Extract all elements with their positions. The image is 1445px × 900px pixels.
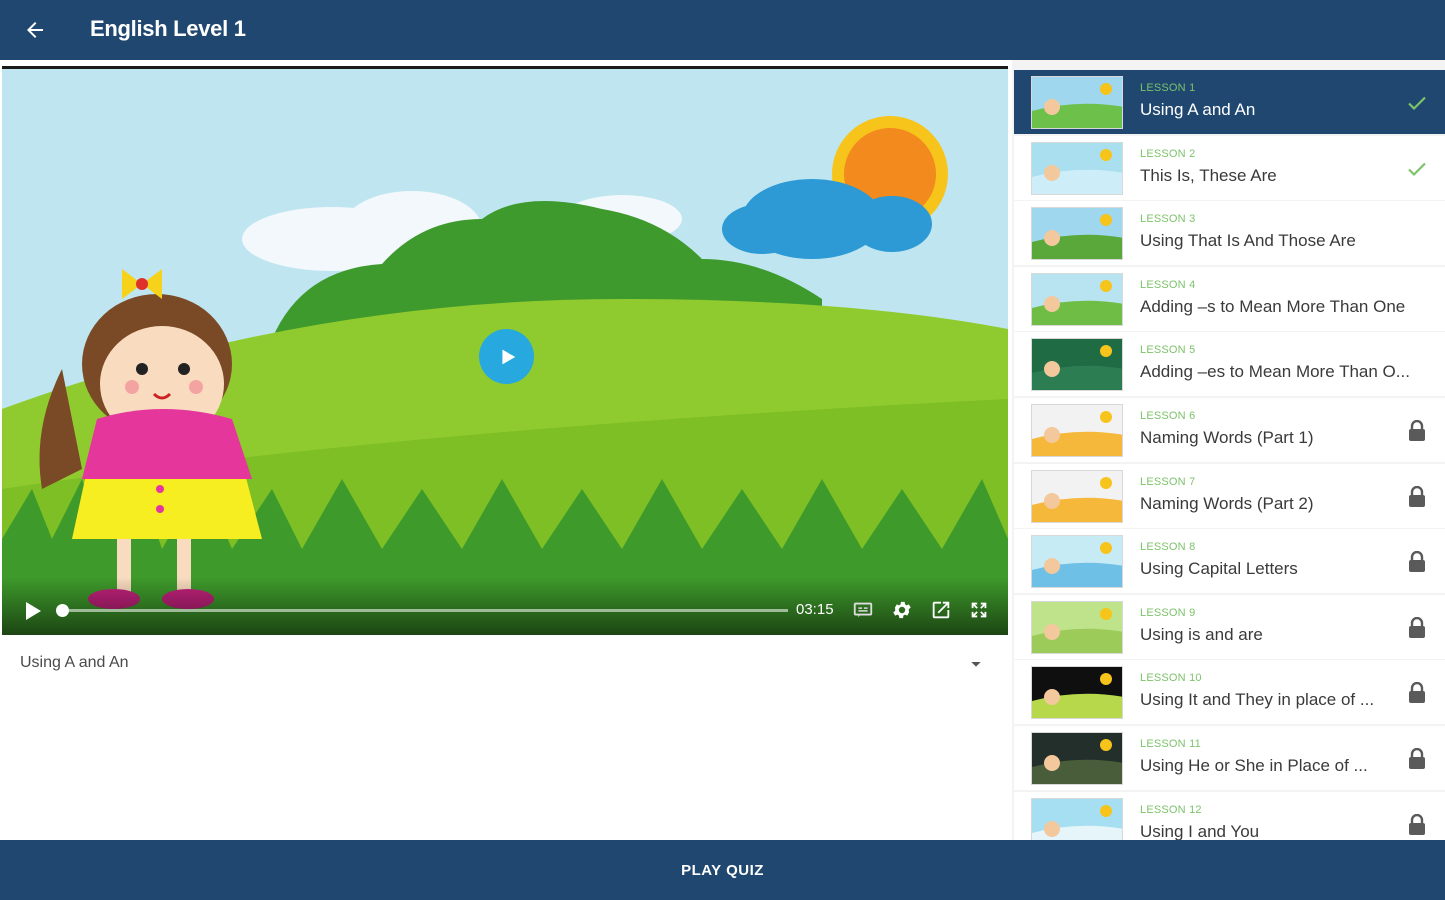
lesson-name: Using Capital Letters	[1140, 559, 1298, 579]
gear-icon	[893, 601, 911, 619]
lesson-name: Using He or She in Place of ...	[1140, 756, 1368, 775]
seek-bar[interactable]	[56, 604, 788, 617]
lesson-name: Adding –s to Mean More Than One	[1140, 296, 1406, 316]
lesson-thumbnail	[1031, 207, 1123, 261]
play-quiz-label: PLAY QUIZ	[681, 862, 764, 879]
lesson-number: LESSON 5	[1140, 344, 1196, 357]
lesson-number: LESSON 3	[1140, 213, 1196, 226]
lesson-item[interactable]: LESSON 6 Naming Words (Part 1)	[1014, 398, 1445, 462]
lesson-thumbnail	[1031, 272, 1123, 326]
lesson-thumbnail	[1031, 535, 1123, 589]
lesson-number: LESSON 11	[1140, 738, 1201, 750]
lesson-thumbnail	[1031, 141, 1123, 195]
video-controls: 03:15	[2, 577, 1008, 635]
lock-icon	[1404, 812, 1430, 838]
lesson-number: LESSON 8	[1140, 541, 1196, 554]
captions-button[interactable]	[850, 597, 876, 623]
lesson-item[interactable]: LESSON 12 Using I and You	[1014, 791, 1445, 840]
play-icon	[26, 602, 41, 620]
lesson-name: This Is, These Are	[1140, 165, 1277, 185]
lesson-thumbnail	[1031, 600, 1123, 654]
lesson-item[interactable]: LESSON 5 Adding –es to Mean More Than O..…	[1014, 332, 1445, 397]
lesson-name: Using That Is And Those Are	[1140, 231, 1356, 251]
video-title: Using A and An	[20, 654, 129, 671]
lesson-name: Using It and They in place of ...	[1140, 690, 1375, 710]
lesson-number: LESSON 4	[1140, 278, 1196, 291]
video-duration: 03:15	[796, 601, 834, 618]
lesson-item[interactable]: LESSON 2 This Is, These Are	[1014, 135, 1445, 200]
lesson-number: LESSON 6	[1140, 410, 1196, 422]
lesson-number: LESSON 9	[1140, 606, 1196, 619]
lesson-item[interactable]: LESSON 11 Using He or She in Place of ...	[1014, 726, 1445, 790]
open-external-button[interactable]	[928, 597, 954, 623]
back-button[interactable]	[14, 10, 56, 50]
fullscreen-icon	[971, 602, 987, 618]
app-bar: English Level 1	[0, 0, 1445, 60]
lesson-number: LESSON 12	[1140, 803, 1202, 816]
lesson-thumbnail	[1031, 797, 1123, 840]
lock-icon	[1404, 746, 1430, 772]
lesson-name: Naming Words (Part 2)	[1140, 493, 1314, 513]
checkmark-icon	[1404, 90, 1430, 116]
lesson-name: Naming Words (Part 1)	[1140, 428, 1314, 447]
lesson-number: LESSON 2	[1140, 147, 1196, 160]
captions-icon	[853, 602, 873, 618]
lesson-name: Using I and You	[1140, 821, 1260, 840]
lesson-number: LESSON 10	[1140, 672, 1202, 685]
lesson-number: LESSON 7	[1140, 475, 1196, 488]
lock-icon	[1404, 484, 1430, 510]
lesson-item[interactable]: LESSON 10 Using It and They in place of .…	[1014, 660, 1445, 725]
lesson-item[interactable]: LESSON 9 Using is and are	[1014, 594, 1445, 659]
fullscreen-button[interactable]	[966, 597, 992, 623]
play-overlay-button[interactable]	[479, 329, 534, 384]
external-link-icon	[932, 601, 950, 619]
play-quiz-button[interactable]: PLAY QUIZ	[0, 840, 1445, 900]
lesson-list[interactable]: LESSON 1 Using A and An LESSON 2 This Is, T…	[1012, 60, 1445, 840]
lesson-item[interactable]: LESSON 8 Using Capital Letters	[1014, 529, 1445, 594]
lesson-item[interactable]: LESSON 4 Adding –s to Mean More Than One	[1014, 266, 1445, 331]
lesson-thumbnail	[1031, 76, 1123, 129]
lesson-thumbnail	[1031, 404, 1123, 457]
lock-icon	[1404, 549, 1430, 575]
chevron-down-icon	[971, 662, 981, 667]
settings-button[interactable]	[889, 597, 915, 623]
lesson-thumbnail	[1031, 732, 1123, 785]
lesson-thumbnail	[1031, 666, 1123, 720]
arrow-back-icon	[27, 22, 43, 38]
checkmark-icon	[1404, 156, 1430, 182]
lesson-number: LESSON 1	[1140, 82, 1196, 94]
page-title: English Level 1	[90, 16, 246, 41]
lesson-name: Adding –es to Mean More Than O...	[1140, 362, 1410, 382]
lock-icon	[1404, 680, 1430, 706]
video-player[interactable]: 03:15	[2, 66, 1008, 635]
video-title-toggle[interactable]: Using A and An	[0, 642, 1010, 682]
lesson-name: Using is and are	[1140, 624, 1263, 644]
lesson-item[interactable]: LESSON 1 Using A and An	[1014, 70, 1445, 134]
lesson-item[interactable]: LESSON 3 Using That Is And Those Are	[1014, 201, 1445, 266]
play-button[interactable]	[20, 599, 44, 623]
lesson-thumbnail	[1031, 338, 1123, 392]
play-icon	[501, 349, 515, 364]
lesson-item[interactable]: LESSON 7 Naming Words (Part 2)	[1014, 463, 1445, 528]
lesson-thumbnail	[1031, 469, 1123, 523]
lock-icon	[1404, 615, 1430, 641]
main-content: 03:15 Using A and An	[0, 60, 1010, 840]
lock-icon	[1404, 418, 1430, 444]
lesson-name: Using A and An	[1140, 100, 1256, 119]
seek-handle[interactable]	[56, 604, 69, 617]
